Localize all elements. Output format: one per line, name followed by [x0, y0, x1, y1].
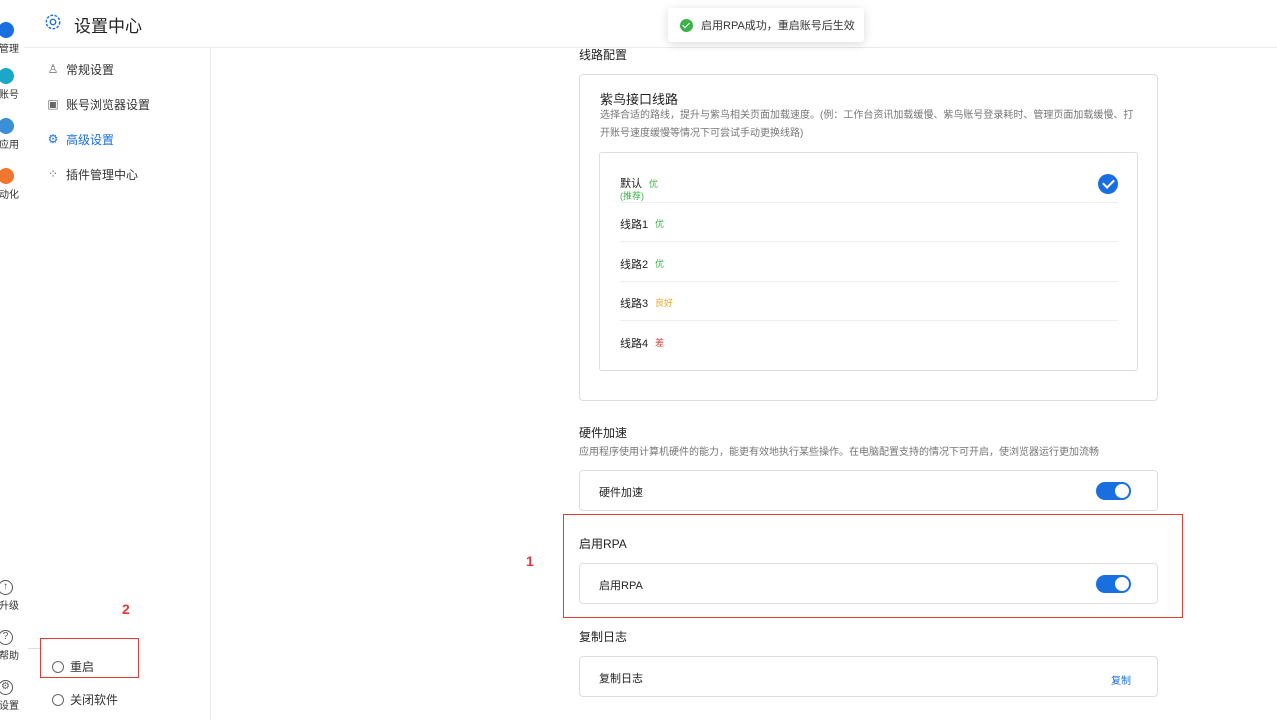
sidebar-item-label: 插件管理中心: [66, 167, 139, 182]
route-quality: 优: [649, 179, 659, 189]
help-icon: ?: [0, 630, 13, 645]
sidebar-item-general[interactable]: ♙ 常规设置: [46, 58, 114, 80]
rail-item-account[interactable]: 账号: [0, 68, 24, 101]
sidebar-item-plugins[interactable]: ⁘ 插件管理中心: [46, 163, 138, 185]
settings-sidebar: ♙ 常规设置 ▣ 账号浏览器设置 ⚙ 高级设置 ⁘ 插件管理中心: [24, 48, 211, 720]
sidebar-item-label: 账号浏览器设置: [66, 97, 151, 112]
sidebar-item-browser[interactable]: ▣ 账号浏览器设置: [46, 93, 150, 115]
route-option-1[interactable]: 线路1 优: [620, 202, 1118, 242]
routes-card-title: 紫鸟接口线路: [600, 92, 679, 107]
left-rail: 管理 账号 应用 动化 ↑ 升级 ? 帮助 ⚙ 设置: [0, 0, 24, 720]
hardware-card: 硬件加速: [579, 470, 1158, 511]
header: 设置中心: [24, 0, 1277, 48]
route-name: 线路4: [620, 338, 649, 350]
selected-check-icon: [1098, 174, 1118, 194]
route-name: 线路3: [620, 298, 649, 310]
route-option-3[interactable]: 线路3 良好: [620, 281, 1118, 321]
rpa-row-label: 启用RPA: [599, 580, 643, 592]
rail-item-help[interactable]: ? 帮助: [0, 630, 24, 662]
route-list: 默认 优 (推荐) 线路1 优 线路2 优 线路3 良好 线路4 差: [599, 152, 1138, 371]
sidebar-item-label: 高级设置: [66, 132, 115, 147]
rpa-card: 启用RPA: [579, 563, 1158, 604]
log-row-label: 复制日志: [599, 673, 643, 685]
upgrade-icon: ↑: [0, 580, 13, 595]
advanced-icon: ⚙: [47, 132, 59, 146]
rail-label: 账号: [0, 90, 19, 101]
gear-icon: [45, 14, 61, 30]
rail-item-apps[interactable]: 应用: [0, 118, 24, 151]
power-icon: [52, 693, 64, 706]
route-quality: 优: [655, 259, 665, 269]
user-icon: ♙: [47, 62, 59, 76]
close-software-label: 关闭软件: [70, 693, 119, 707]
section-title-routes: 线路配置: [579, 48, 628, 62]
manage-icon: [0, 22, 14, 38]
success-toast: 启用RPA成功，重启账号后生效: [668, 8, 864, 42]
gear-icon: ⚙: [0, 680, 13, 695]
route-quality: 优: [655, 219, 665, 229]
hardware-toggle[interactable]: [1096, 482, 1131, 500]
toast-text: 启用RPA成功，重启账号后生效: [701, 20, 855, 32]
route-option-default[interactable]: 默认 优 (推荐): [620, 161, 1118, 203]
annotation-number-1: 1: [526, 553, 534, 569]
route-name: 线路2: [620, 259, 649, 271]
rail-item-manage[interactable]: 管理: [0, 22, 24, 55]
log-card: 复制日志 复制: [579, 656, 1158, 697]
close-software-button[interactable]: 关闭软件: [52, 691, 118, 708]
success-check-icon: [680, 18, 693, 32]
route-option-4[interactable]: 线路4 差: [620, 321, 1118, 361]
section-title-hardware: 硬件加速: [579, 426, 628, 440]
page-title: 设置中心: [74, 17, 142, 36]
route-option-2[interactable]: 线路2 优: [620, 242, 1118, 282]
rail-item-upgrade[interactable]: ↑ 升级: [0, 580, 24, 612]
account-icon: [0, 68, 14, 84]
rail-label: 管理: [0, 44, 19, 55]
rail-item-settings[interactable]: ⚙ 设置: [0, 680, 24, 712]
sidebar-item-advanced[interactable]: ⚙ 高级设置: [46, 128, 114, 150]
rail-label: 帮助: [0, 651, 19, 662]
rail-label: 应用: [0, 140, 19, 151]
section-desc-hardware: 应用程序使用计算机硬件的能力，能更有效地执行某些操作。在电脑配置支持的情况下可开…: [579, 447, 1099, 458]
section-title-rpa: 启用RPA: [579, 537, 627, 551]
apps-icon: [0, 118, 14, 134]
rail-label: 动化: [0, 190, 19, 201]
route-quality: 差: [655, 338, 665, 348]
annotation-number-2: 2: [122, 601, 130, 617]
rail-label: 升级: [0, 601, 19, 612]
automation-icon: [0, 168, 14, 184]
annotation-box-2: [40, 638, 139, 678]
route-recommended: (推荐): [620, 191, 644, 201]
routes-card-desc: 选择合适的路线，提升与紫鸟相关页面加载速度。(例：工作台资讯加载缓慢、紫鸟账号登…: [600, 110, 1134, 139]
rail-label: 设置: [0, 701, 19, 712]
rail-item-automation[interactable]: 动化: [0, 168, 24, 201]
sidebar-item-label: 常规设置: [66, 62, 115, 77]
browser-icon: ▣: [47, 97, 59, 111]
grid-icon: ⁘: [47, 167, 59, 181]
route-name: 线路1: [620, 219, 649, 231]
hardware-row-label: 硬件加速: [599, 487, 643, 499]
rpa-toggle[interactable]: [1096, 575, 1131, 593]
copy-log-button[interactable]: 复制: [1111, 672, 1131, 687]
route-quality: 良好: [655, 298, 674, 308]
section-title-log: 复制日志: [579, 630, 628, 644]
